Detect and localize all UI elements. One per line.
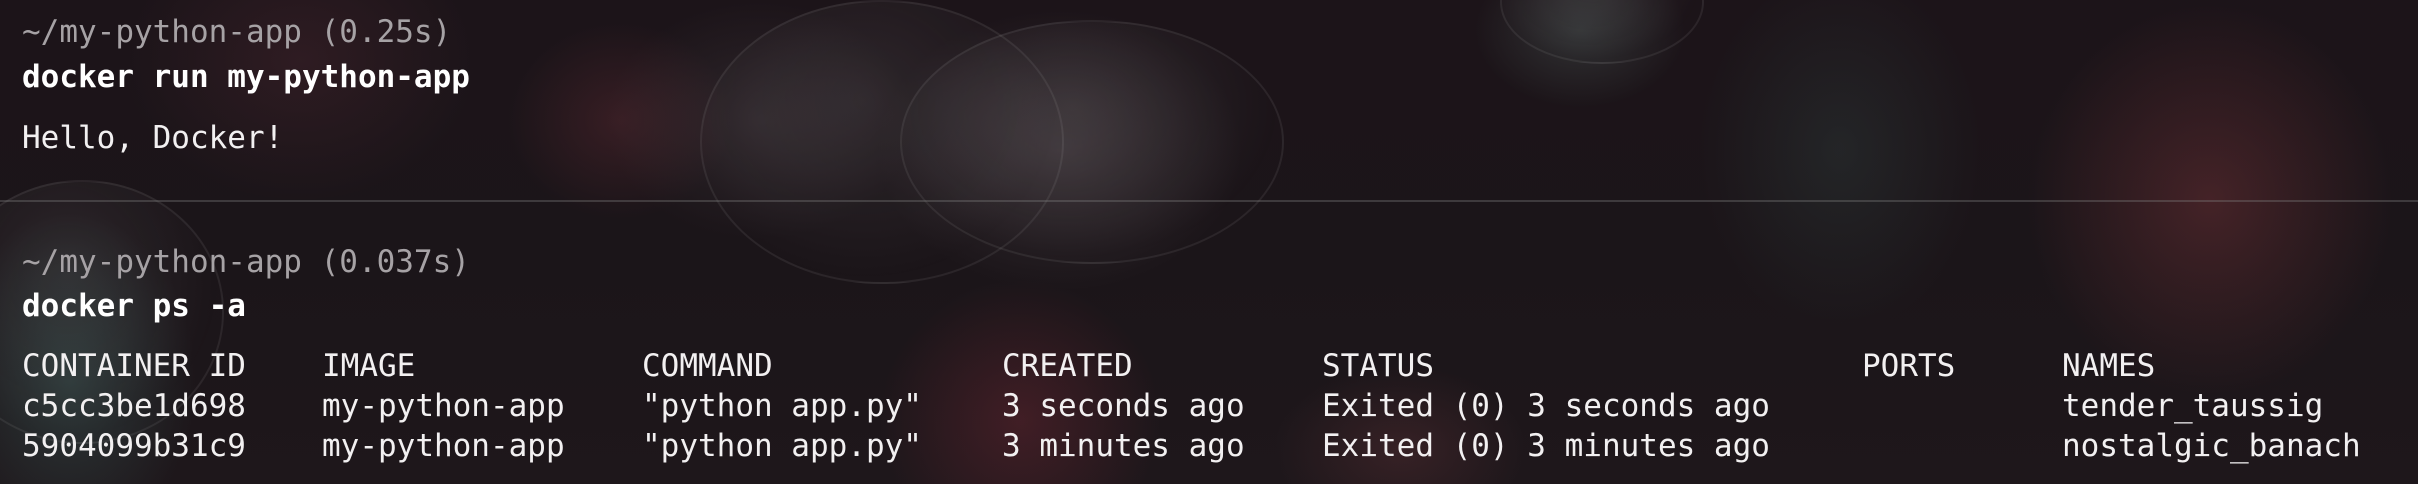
container-command: "python app.py" xyxy=(642,428,922,464)
command-line[interactable]: docker run my-python-app xyxy=(22,57,470,97)
column-header: COMMAND xyxy=(642,348,773,384)
terminal-output: ~/my-python-app (0.25s) docker run my-py… xyxy=(0,0,2418,484)
column-header: CREATED xyxy=(1002,348,1133,384)
container-status: Exited (0) 3 seconds ago xyxy=(1322,388,1770,424)
container-id: 5904099b31c9 xyxy=(22,428,246,464)
column-header: IMAGE xyxy=(322,348,416,384)
container-command: "python app.py" xyxy=(642,388,922,424)
container-status: Exited (0) 3 minutes ago xyxy=(1322,428,1770,464)
prompt-line: ~/my-python-app (0.037s) xyxy=(22,244,470,280)
block-divider xyxy=(0,200,2418,202)
column-header: NAMES xyxy=(2062,348,2156,384)
output-line: Hello, Docker! xyxy=(22,120,284,156)
container-created: 3 minutes ago xyxy=(1002,428,1245,464)
command-line[interactable]: docker ps -a xyxy=(22,286,246,326)
container-name: nostalgic_banach xyxy=(2062,428,2361,464)
table-row: 5904099b31c9 my-python-app "python app.p… xyxy=(0,426,2418,466)
column-header: CONTAINER ID xyxy=(22,348,246,384)
prompt-line: ~/my-python-app (0.25s) xyxy=(22,14,452,50)
table-row: c5cc3be1d698 my-python-app "python app.p… xyxy=(0,386,2418,426)
container-image: my-python-app xyxy=(322,388,565,424)
table-header-row: CONTAINER ID IMAGE COMMAND CREATED STATU… xyxy=(0,346,2418,386)
container-created: 3 seconds ago xyxy=(1002,388,1245,424)
column-header: STATUS xyxy=(1322,348,1434,384)
container-name: tender_taussig xyxy=(2062,388,2324,424)
column-header: PORTS xyxy=(1862,348,1956,384)
container-image: my-python-app xyxy=(322,428,565,464)
container-id: c5cc3be1d698 xyxy=(22,388,246,424)
